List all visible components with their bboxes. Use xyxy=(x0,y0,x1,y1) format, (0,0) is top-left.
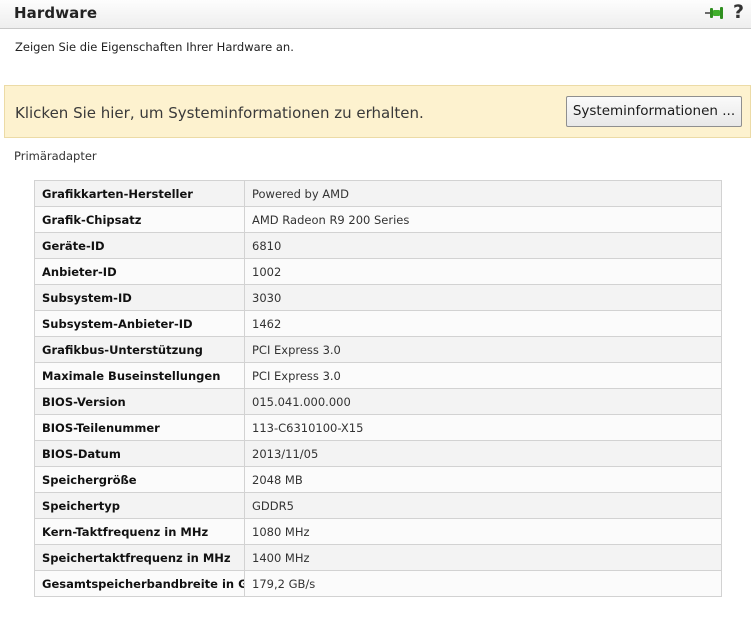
property-name: Maximale Buseinstellungen xyxy=(34,362,245,389)
property-value: PCI Express 3.0 xyxy=(244,336,722,363)
table-row: Grafik-Chipsatz AMD Radeon R9 200 Series xyxy=(34,206,722,233)
property-name: BIOS-Teilenummer xyxy=(34,414,245,441)
table-row: BIOS-Teilenummer 113-C6310100-X15 xyxy=(34,414,722,441)
property-name: Subsystem-ID xyxy=(34,284,245,311)
property-value: PCI Express 3.0 xyxy=(244,362,722,389)
property-value: 1462 xyxy=(244,310,722,337)
table-row: BIOS-Version 015.041.000.000 xyxy=(34,388,722,415)
table-row: Gesamtspeicherbandbreite in GB/s 179,2 G… xyxy=(34,570,722,597)
system-info-banner: Klicken Sie hier, um Systeminformationen… xyxy=(4,85,751,138)
table-row: Subsystem-Anbieter-ID 1462 xyxy=(34,310,722,337)
property-value: 015.041.000.000 xyxy=(244,388,722,415)
help-icon[interactable]: ? xyxy=(733,1,749,23)
property-name: BIOS-Datum xyxy=(34,440,245,467)
property-value: 2013/11/05 xyxy=(244,440,722,467)
section-label-primary-adapter: Primäradapter xyxy=(14,149,97,163)
table-row: Anbieter-ID 1002 xyxy=(34,258,722,285)
property-name: Anbieter-ID xyxy=(34,258,245,285)
property-name: Kern-Taktfrequenz in MHz xyxy=(34,518,245,545)
pin-icon[interactable] xyxy=(704,4,724,22)
property-name: Gesamtspeicherbandbreite in GB/s xyxy=(34,570,245,597)
property-value: Powered by AMD xyxy=(244,180,722,207)
property-value: 3030 xyxy=(244,284,722,311)
property-value: 113-C6310100-X15 xyxy=(244,414,722,441)
table-row: Grafikkarten-Hersteller Powered by AMD xyxy=(34,180,722,207)
system-info-button[interactable]: Systeminformationen ... xyxy=(566,96,742,127)
table-row: BIOS-Datum 2013/11/05 xyxy=(34,440,722,467)
table-row: Subsystem-ID 3030 xyxy=(34,284,722,311)
page-title: Hardware xyxy=(14,4,98,22)
property-name: Grafik-Chipsatz xyxy=(34,206,245,233)
property-value: 1002 xyxy=(244,258,722,285)
property-value: GDDR5 xyxy=(244,492,722,519)
table-row: Maximale Buseinstellungen PCI Express 3.… xyxy=(34,362,722,389)
property-name: Speichergröße xyxy=(34,466,245,493)
property-value: 2048 MB xyxy=(244,466,722,493)
page-header: Hardware ? xyxy=(0,0,751,29)
property-name: BIOS-Version xyxy=(34,388,245,415)
property-name: Speichertyp xyxy=(34,492,245,519)
property-name: Geräte-ID xyxy=(34,232,245,259)
properties-table: Grafikkarten-Hersteller Powered by AMD G… xyxy=(34,180,722,597)
property-value: AMD Radeon R9 200 Series xyxy=(244,206,722,233)
page-description: Zeigen Sie die Eigenschaften Ihrer Hardw… xyxy=(15,40,294,54)
table-row: Speichergröße 2048 MB xyxy=(34,466,722,493)
table-row: Geräte-ID 6810 xyxy=(34,232,722,259)
banner-text: Klicken Sie hier, um Systeminformationen… xyxy=(15,104,424,122)
property-name: Grafikkarten-Hersteller xyxy=(34,180,245,207)
property-value: 179,2 GB/s xyxy=(244,570,722,597)
table-row: Speichertyp GDDR5 xyxy=(34,492,722,519)
table-row: Speichertaktfrequenz in MHz 1400 MHz xyxy=(34,544,722,571)
property-name: Grafikbus-Unterstützung xyxy=(34,336,245,363)
property-name: Speichertaktfrequenz in MHz xyxy=(34,544,245,571)
table-row: Kern-Taktfrequenz in MHz 1080 MHz xyxy=(34,518,722,545)
hardware-page: Hardware ? Zeigen Sie die Eigenschaften … xyxy=(0,0,751,639)
property-value: 1400 MHz xyxy=(244,544,722,571)
table-row: Grafikbus-Unterstützung PCI Express 3.0 xyxy=(34,336,722,363)
property-value: 6810 xyxy=(244,232,722,259)
property-value: 1080 MHz xyxy=(244,518,722,545)
property-name: Subsystem-Anbieter-ID xyxy=(34,310,245,337)
